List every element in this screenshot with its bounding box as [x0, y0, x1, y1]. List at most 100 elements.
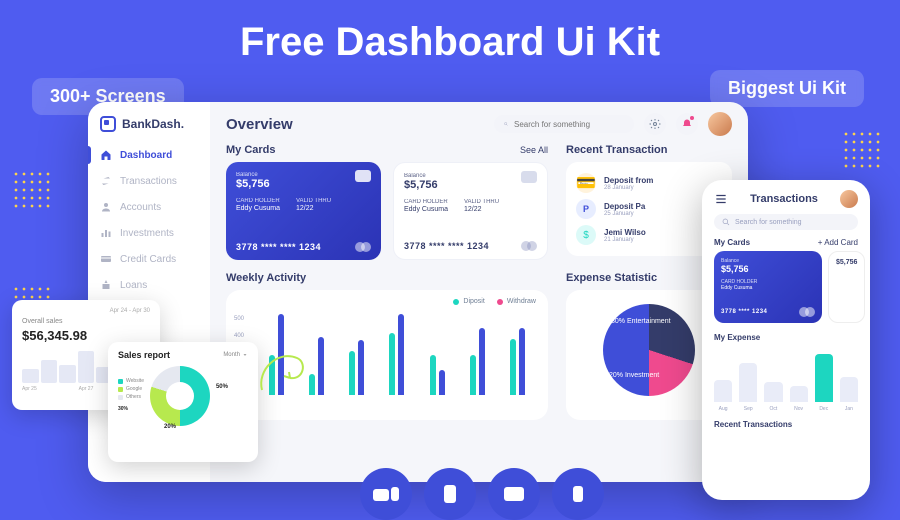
card-balance: $5,756	[404, 179, 537, 191]
nav-transactions[interactable]: Transactions	[88, 168, 210, 194]
period-selector[interactable]: Month	[223, 352, 248, 358]
nav-label: Accounts	[120, 202, 161, 213]
mobile-expense-chart: AugSepOctNovDecJan	[714, 346, 858, 402]
card-valid-label: VALID THRU	[296, 198, 331, 204]
donut-label: 50%	[216, 384, 228, 390]
nav-label: Dashboard	[120, 150, 172, 161]
legend-deposit: Diposit	[463, 298, 484, 305]
card-balance-label: Balance	[404, 173, 537, 179]
nav-label: Investments	[120, 228, 174, 239]
add-card-link[interactable]: + Add Card	[818, 238, 858, 247]
logo-text: BankDash.	[122, 117, 184, 131]
hero-title: Free Dashboard Ui Kit	[0, 20, 900, 65]
mobile-title: Transactions	[750, 193, 818, 205]
see-all-link[interactable]: See All	[520, 145, 548, 155]
chevron-down-icon	[242, 352, 248, 358]
card-number: 3778 **** **** 1234	[236, 242, 321, 252]
expense-pie: 30% Entertainment 20% Investment	[603, 304, 695, 396]
card-balance-label: Balance	[236, 172, 371, 178]
transfer-icon	[100, 175, 112, 187]
nav-credit-cards[interactable]: Credit Cards	[88, 246, 210, 272]
mobile-section-title: Recent Transactions	[714, 420, 858, 429]
mobile-credit-card-peek[interactable]: $5,756	[828, 251, 865, 323]
settings-button[interactable]	[644, 113, 666, 135]
card-holder: Eddy Cusuma	[721, 285, 815, 291]
decorative-dots	[12, 170, 52, 210]
device-badge-icon	[552, 468, 604, 520]
swirl-arrow-icon	[252, 340, 312, 400]
tx-title: Deposit from	[604, 176, 653, 185]
search-placeholder: Search for something	[735, 219, 802, 226]
tx-date: 28 January	[604, 185, 653, 191]
device-badge-icon	[488, 468, 540, 520]
legend-item: Google	[126, 386, 142, 392]
home-icon	[100, 149, 112, 161]
page-title: Overview	[226, 116, 484, 133]
x-label: Apr 25	[22, 386, 37, 392]
transaction-row[interactable]: 💳 Deposit from28 January	[576, 170, 722, 196]
nav-loans[interactable]: Loans	[88, 272, 210, 298]
date-range: Apr 24 - Apr 30	[22, 308, 150, 314]
topbar: Overview	[226, 112, 732, 136]
section-title-weekly: Weekly Activity	[226, 272, 306, 284]
mobile-window: Transactions Search for something My Car…	[702, 180, 870, 500]
tx-title: Deposit Pa	[604, 202, 645, 211]
credit-card[interactable]: Balance $5,756 CARD HOLDEREddy Cusuma VA…	[226, 162, 381, 260]
pie-slice-label: 20% Investment	[609, 372, 659, 380]
user-icon	[100, 201, 112, 213]
transaction-row[interactable]: PDeposit Pa25 January	[576, 196, 722, 222]
app-logo[interactable]: BankDash.	[88, 110, 210, 142]
main-content: Overview My Cards See All Balance	[210, 102, 748, 482]
card-title: Sales report	[118, 350, 170, 360]
card-number: 3778 **** 1234	[721, 309, 767, 315]
pie-slice-label: 30% Entertainment	[611, 318, 671, 326]
mobile-credit-card[interactable]: Balance $5,756 CARD HOLDER Eddy Cusuma 3…	[714, 251, 822, 323]
mobile-section-title: My Expense	[714, 333, 760, 342]
coin-icon: $	[576, 225, 596, 245]
sales-donut: 50% 20%	[150, 366, 210, 426]
section-title-recent: Recent Transaction	[566, 144, 667, 156]
card-holder: Eddy Cusuma	[404, 206, 448, 213]
nav-dashboard[interactable]: Dashboard	[88, 142, 210, 168]
card-balance-label: Balance	[721, 258, 815, 264]
mastercard-icon	[521, 241, 537, 251]
legend-item: Website	[126, 378, 144, 384]
nav-accounts[interactable]: Accounts	[88, 194, 210, 220]
mobile-search[interactable]: Search for something	[714, 214, 858, 230]
search-field[interactable]	[494, 115, 634, 133]
card-title: Overall sales	[22, 318, 150, 325]
card-valid: 12/22	[464, 206, 499, 213]
search-icon	[504, 119, 508, 129]
card-holder-label: CARD HOLDER	[236, 198, 280, 204]
legend-item: Others	[126, 394, 141, 400]
mastercard-icon	[799, 307, 815, 317]
nav-label: Transactions	[120, 176, 177, 187]
search-input[interactable]	[514, 120, 624, 129]
nav-label: Loans	[120, 280, 147, 291]
card-holder-label: CARD HOLDER	[404, 199, 448, 205]
device-badge-icon	[424, 468, 476, 520]
donut-label: 20%	[164, 424, 176, 430]
section-title-my-cards: My Cards	[226, 144, 276, 156]
donut-legend: Website Google Others 30%	[118, 378, 144, 412]
card-balance: $5,756	[721, 264, 815, 274]
credit-card[interactable]: Balance $5,756 CARD HOLDEREddy Cusuma VA…	[393, 162, 548, 260]
sales-amount: $56,345.98	[22, 328, 150, 343]
transaction-row[interactable]: $Jemi Wilso21 January	[576, 222, 722, 248]
card-icon: 💳	[576, 173, 596, 193]
menu-icon[interactable]	[714, 192, 728, 206]
bell-icon	[681, 118, 693, 130]
device-badge-icon	[360, 468, 412, 520]
card-valid-label: VALID THRU	[464, 199, 499, 205]
section-title-expense: Expense Statistic	[566, 272, 657, 284]
mobile-section-title: My Cards	[714, 238, 750, 247]
notifications-button[interactable]	[676, 113, 698, 135]
chart-legend: Diposit Withdraw	[238, 298, 536, 305]
card-number: 3778 **** **** 1234	[404, 241, 489, 251]
nav-investments[interactable]: Investments	[88, 220, 210, 246]
legend-pct: 30%	[118, 406, 144, 412]
user-avatar[interactable]	[840, 190, 858, 208]
user-avatar[interactable]	[708, 112, 732, 136]
gear-icon	[649, 118, 661, 130]
paypal-icon: P	[576, 199, 596, 219]
